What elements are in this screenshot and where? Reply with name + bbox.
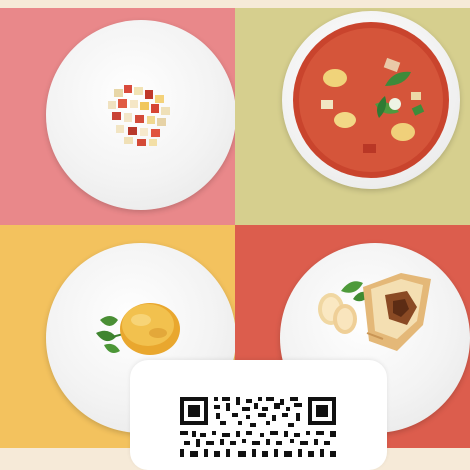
diced-salad-image — [108, 85, 170, 146]
tomato-soup-image — [293, 22, 449, 178]
panel-soup — [235, 8, 470, 225]
qr-code-card[interactable] — [130, 360, 387, 470]
panel-salad — [0, 8, 235, 225]
qr-code-icon — [180, 397, 336, 457]
top-strip — [0, 0, 470, 8]
